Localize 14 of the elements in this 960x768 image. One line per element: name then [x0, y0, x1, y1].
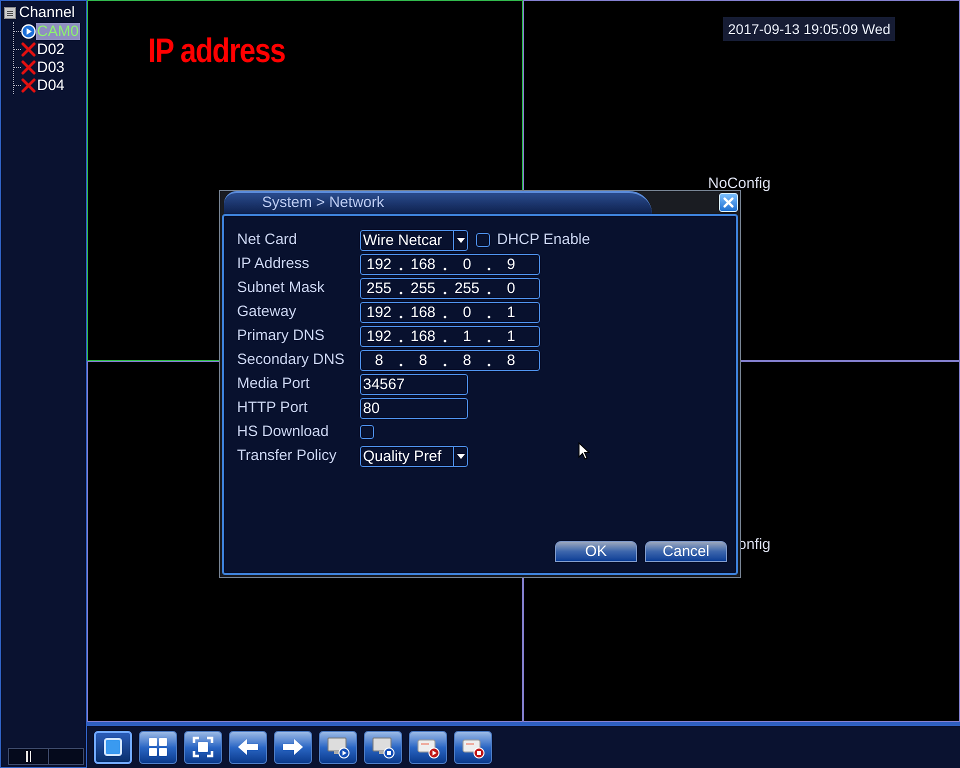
- field-label: Transfer Policy: [237, 446, 338, 466]
- field-label: Subnet Mask: [237, 278, 326, 298]
- field-label: IP Address: [237, 254, 310, 274]
- overlay-caption: IP address: [148, 31, 286, 71]
- field-label: HTTP Port: [237, 398, 309, 418]
- timestamp-label: 2017-09-13 19:05:09 Wed: [723, 17, 896, 41]
- field-label: Media Port: [237, 374, 311, 394]
- dialog-title: System > Network: [224, 191, 652, 214]
- cell-status-label: NoConfig: [708, 174, 771, 194]
- field-label: Gateway: [237, 302, 298, 322]
- field-label: Primary DNS: [237, 326, 326, 346]
- tree-root-label: Channel: [19, 4, 75, 22]
- field-label: Net Card: [237, 230, 298, 250]
- field-label: HS Download: [237, 422, 330, 442]
